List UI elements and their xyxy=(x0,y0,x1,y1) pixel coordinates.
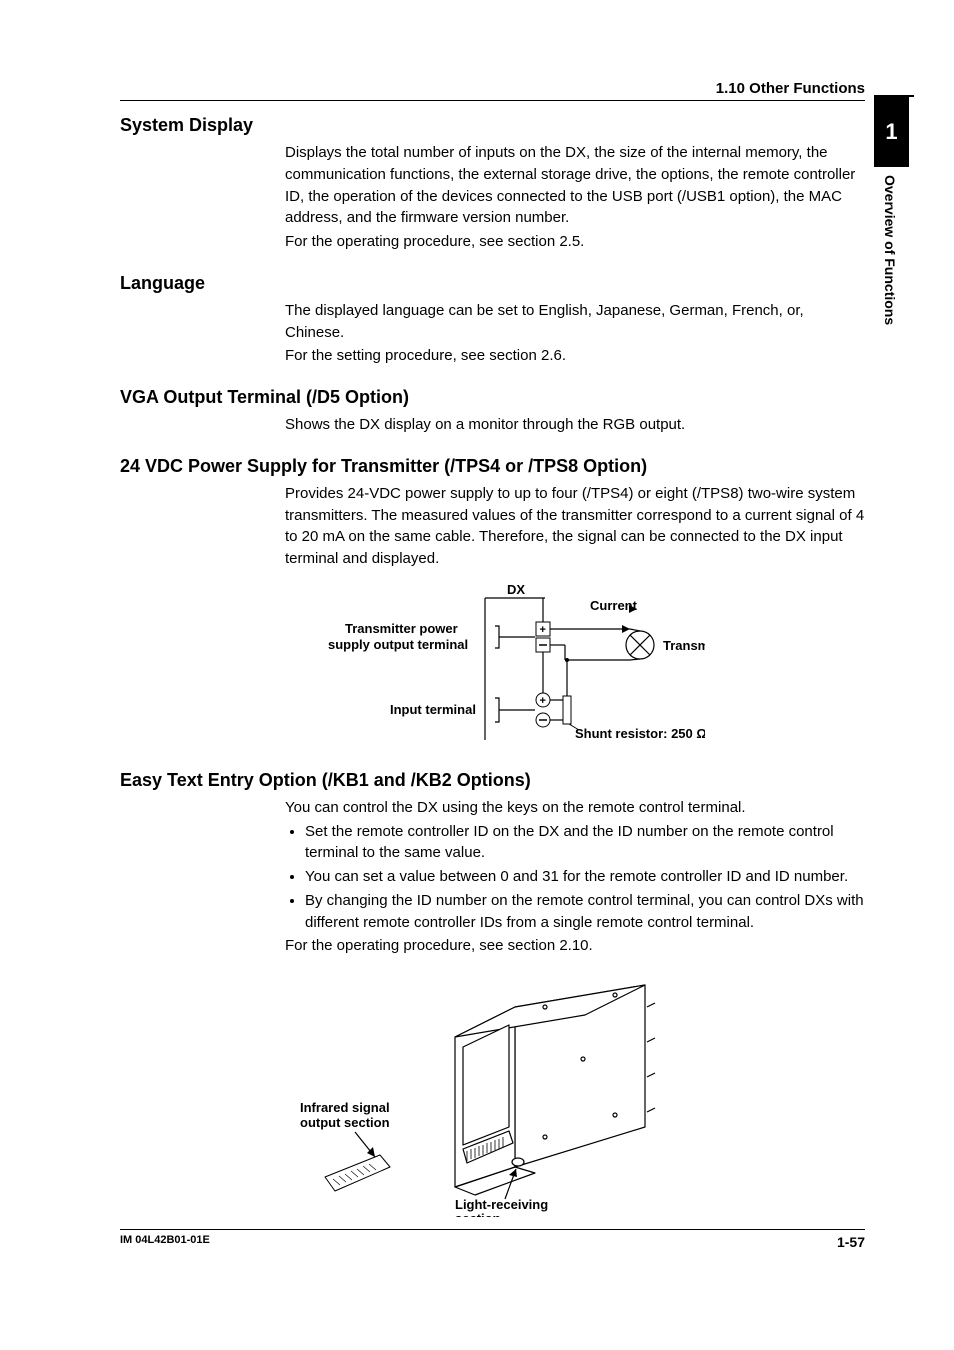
heading-easytext: Easy Text Entry Option (/KB1 and /KB2 Op… xyxy=(120,770,865,791)
bullet-2: By changing the ID number on the remote … xyxy=(305,890,865,934)
heading-ps24: 24 VDC Power Supply for Transmitter (/TP… xyxy=(120,456,865,477)
svg-text:section: section xyxy=(455,1211,501,1217)
section-vga: VGA Output Terminal (/D5 Option) Shows t… xyxy=(120,387,865,436)
svg-text:Light-receiving: Light-receiving xyxy=(455,1197,548,1212)
ref-easytext: For the operating procedure, see section… xyxy=(285,935,865,957)
section-ps24: 24 VDC Power Supply for Transmitter (/TP… xyxy=(120,456,865,570)
chapter-number: 1 xyxy=(874,97,909,167)
bullet-1: You can set a value between 0 and 31 for… xyxy=(305,866,865,888)
svg-text:DX: DX xyxy=(507,582,525,597)
footer: IM 04L42B01-01E 1-57 xyxy=(120,1229,865,1250)
body-ps24: Provides 24-VDC power supply to up to fo… xyxy=(285,483,865,570)
body-language: The displayed language can be set to Eng… xyxy=(285,300,865,344)
svg-text:Input terminal: Input terminal xyxy=(390,702,476,717)
footer-page-number: 1-57 xyxy=(837,1234,865,1250)
body-vga: Shows the DX display on a monitor throug… xyxy=(285,414,865,436)
body-system-display: Displays the total number of inputs on t… xyxy=(285,142,865,229)
header-line: 1.10 Other Functions xyxy=(120,80,865,101)
svg-text:Transmitter power: Transmitter power xyxy=(345,621,458,636)
diagram-remote: Infrared signal output section Light-rec… xyxy=(120,967,865,1217)
ref-system-display: For the operating procedure, see section… xyxy=(285,231,865,253)
section-system-display: System Display Displays the total number… xyxy=(120,115,865,253)
chapter-tab: 1 Overview of Functions xyxy=(874,95,914,325)
heading-language: Language xyxy=(120,273,865,294)
section-language: Language The displayed language can be s… xyxy=(120,273,865,367)
header-subtitle: 1.10 Other Functions xyxy=(120,80,865,100)
ref-language: For the setting procedure, see section 2… xyxy=(285,345,865,367)
chapter-label: Overview of Functions xyxy=(882,175,898,325)
section-easytext: Easy Text Entry Option (/KB1 and /KB2 Op… xyxy=(120,770,865,957)
intro-easytext: You can control the DX using the keys on… xyxy=(285,797,865,819)
svg-text:+: + xyxy=(540,695,546,707)
bullet-0: Set the remote controller ID on the DX a… xyxy=(305,821,865,865)
bullets-easytext: Set the remote controller ID on the DX a… xyxy=(285,821,865,934)
footer-doc-id: IM 04L42B01-01E xyxy=(120,1234,210,1250)
diagram-transmitter: DX + Current xyxy=(120,580,865,750)
svg-text:output section: output section xyxy=(300,1115,390,1130)
svg-text:Infrared signal: Infrared signal xyxy=(300,1100,390,1115)
svg-text:supply output terminal: supply output terminal xyxy=(328,637,468,652)
heading-system-display: System Display xyxy=(120,115,865,136)
svg-text:Transmitter: Transmitter xyxy=(663,638,705,653)
heading-vga: VGA Output Terminal (/D5 Option) xyxy=(120,387,865,408)
svg-text:+: + xyxy=(540,624,546,636)
svg-text:Shunt resistor: 250 Ω: Shunt resistor: 250 Ω xyxy=(575,726,705,741)
